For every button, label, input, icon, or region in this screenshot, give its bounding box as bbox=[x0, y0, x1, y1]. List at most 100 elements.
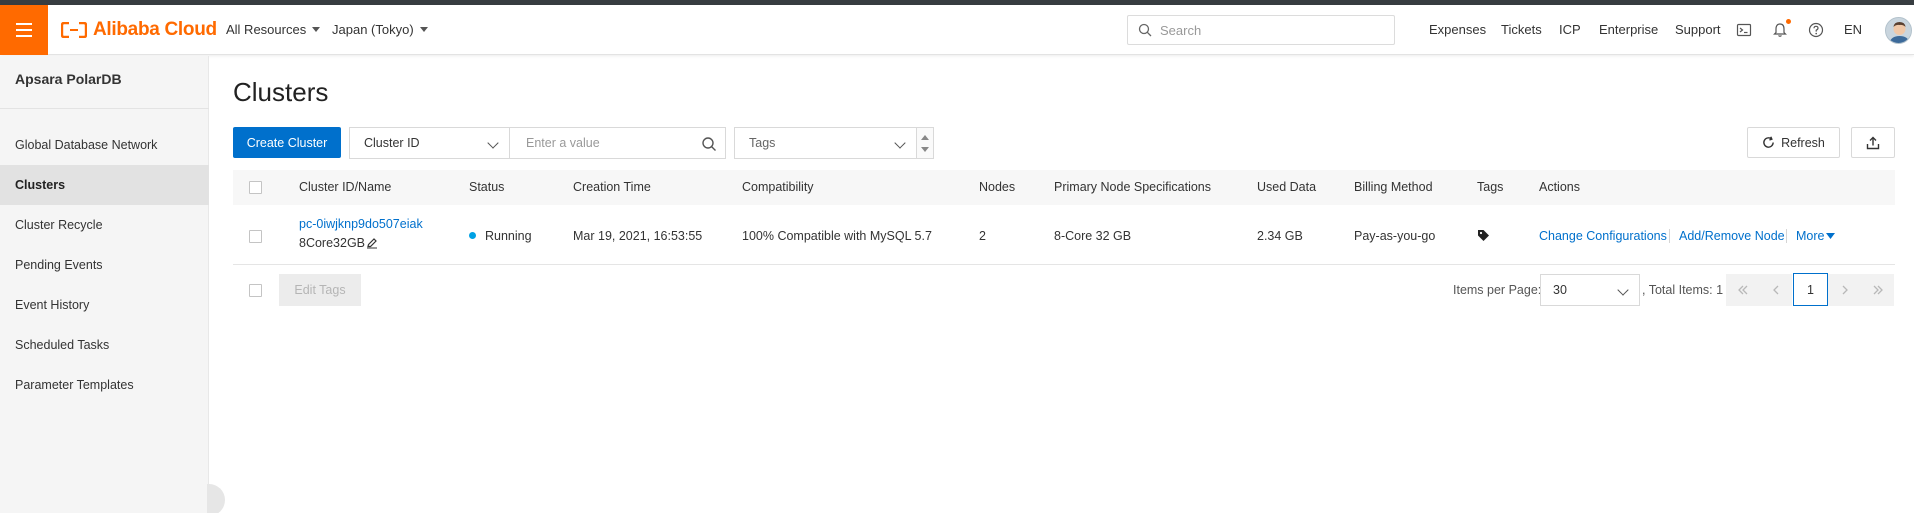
brand-name: Alibaba Cloud bbox=[93, 19, 217, 40]
nav-link-expenses[interactable]: Expenses bbox=[1429, 22, 1486, 37]
refresh-label: Refresh bbox=[1781, 135, 1825, 150]
first-page-button[interactable] bbox=[1726, 274, 1759, 306]
help-icon[interactable] bbox=[1808, 22, 1824, 38]
filter-field-value: Cluster ID bbox=[364, 136, 420, 150]
nav-link-icp[interactable]: ICP bbox=[1559, 22, 1581, 37]
region-label: Japan (Tokyo) bbox=[332, 22, 414, 37]
tag-icon[interactable] bbox=[1477, 229, 1490, 242]
region-dropdown[interactable]: Japan (Tokyo) bbox=[332, 22, 428, 37]
column-header-cluster-id: Cluster ID/Name bbox=[299, 180, 392, 194]
refresh-icon bbox=[1763, 136, 1774, 148]
tags-select-label: Tags bbox=[749, 136, 776, 150]
column-header-used-data: Used Data bbox=[1257, 180, 1317, 194]
global-search bbox=[1127, 15, 1395, 45]
page-title: Clusters bbox=[233, 77, 329, 107]
divider bbox=[1669, 229, 1670, 243]
status-running-dot bbox=[469, 232, 476, 239]
create-cluster-button[interactable]: Create Cluster bbox=[233, 127, 341, 158]
status-text: Running bbox=[485, 229, 532, 243]
nav-link-enterprise[interactable]: Enterprise bbox=[1599, 22, 1658, 37]
nav-link-tickets[interactable]: Tickets bbox=[1501, 22, 1542, 37]
search-icon[interactable] bbox=[701, 136, 717, 152]
items-per-page-value: 30 bbox=[1553, 283, 1567, 297]
filter-value-input[interactable] bbox=[526, 136, 696, 150]
terminal-icon[interactable] bbox=[1736, 22, 1752, 38]
sidebar-item-cluster-recycle[interactable]: Cluster Recycle bbox=[0, 205, 209, 245]
resources-dropdown[interactable]: All Resources bbox=[226, 22, 321, 37]
sidebar-item-pending-events[interactable]: Pending Events bbox=[0, 245, 209, 285]
used-data: 2.34 GB bbox=[1257, 229, 1303, 243]
top-nav-bar: Alibaba Cloud All Resources Japan (Tokyo… bbox=[0, 5, 1914, 55]
sidebar-item-global-database-network[interactable]: Global Database Network bbox=[0, 125, 209, 165]
caret-down-icon bbox=[1826, 233, 1836, 239]
double-chevron-left-icon bbox=[1737, 285, 1747, 295]
brand-logo[interactable]: Alibaba Cloud bbox=[61, 18, 217, 42]
last-page-button[interactable] bbox=[1861, 274, 1894, 306]
previous-page-button[interactable] bbox=[1759, 274, 1792, 306]
avatar[interactable] bbox=[1885, 17, 1912, 44]
compatibility: 100% Compatible with MySQL 5.7 bbox=[742, 229, 932, 243]
chevron-down-icon bbox=[894, 137, 906, 149]
status-cell: Running bbox=[469, 229, 532, 243]
column-header-nodes: Nodes bbox=[979, 180, 1016, 194]
search-input[interactable] bbox=[1160, 22, 1380, 38]
sidebar-item-scheduled-tasks[interactable]: Scheduled Tasks bbox=[0, 325, 209, 365]
column-header-tags: Tags bbox=[1477, 180, 1504, 194]
cluster-id-link[interactable]: pc-0iwjknp9do507eiak bbox=[299, 217, 423, 231]
column-header-status: Status bbox=[469, 180, 505, 194]
column-header-primary-node-specifications: Primary Node Specifications bbox=[1054, 180, 1212, 194]
more-actions-dropdown[interactable]: More bbox=[1796, 229, 1836, 243]
footer-select-all-checkbox[interactable] bbox=[249, 284, 262, 297]
sidebar-item-parameter-templates[interactable]: Parameter Templates bbox=[0, 365, 209, 405]
sidebar: Apsara PolarDB Global Database Network C… bbox=[0, 56, 209, 513]
tags-select[interactable]: Tags bbox=[734, 127, 917, 159]
filter-value-field bbox=[509, 127, 726, 159]
export-icon bbox=[1866, 136, 1880, 149]
refresh-button[interactable]: Refresh bbox=[1747, 127, 1840, 158]
table-header: Cluster ID/Name Status Creation Time Com… bbox=[233, 170, 1895, 205]
sidebar-title: Apsara PolarDB bbox=[15, 71, 122, 87]
chevron-down-icon bbox=[487, 137, 499, 149]
node-count: 2 bbox=[979, 229, 986, 243]
current-page-button[interactable]: 1 bbox=[1793, 273, 1828, 306]
add-remove-node-link[interactable]: Add/Remove Node bbox=[1679, 229, 1785, 243]
edit-icon[interactable] bbox=[366, 237, 378, 249]
language-switcher[interactable]: EN bbox=[1844, 22, 1862, 37]
column-header-billing-method: Billing Method bbox=[1354, 180, 1433, 194]
creation-time: Mar 19, 2021, 16:53:55 bbox=[573, 229, 703, 243]
sidebar-collapse-handle[interactable] bbox=[207, 484, 225, 513]
column-header-creation-time: Creation Time bbox=[573, 180, 651, 194]
bell-icon bbox=[1773, 23, 1787, 37]
row-checkbox[interactable] bbox=[249, 230, 262, 243]
sidebar-item-clusters[interactable]: Clusters bbox=[0, 165, 209, 205]
items-per-page-label: Items per Page: bbox=[1453, 283, 1542, 297]
column-header-compatibility: Compatibility bbox=[742, 180, 814, 194]
table-row: pc-0iwjknp9do507eiak 8Core32GB Running M… bbox=[233, 206, 1895, 265]
divider bbox=[1786, 229, 1787, 243]
divider bbox=[0, 108, 209, 109]
items-per-page-select[interactable]: 30 bbox=[1540, 274, 1640, 306]
select-all-checkbox[interactable] bbox=[249, 181, 262, 194]
search-icon bbox=[1138, 23, 1152, 37]
export-button[interactable] bbox=[1851, 127, 1895, 158]
cluster-name: 8Core32GB bbox=[299, 236, 366, 250]
edit-tags-button[interactable]: Edit Tags bbox=[279, 274, 361, 306]
next-page-button[interactable] bbox=[1828, 274, 1861, 306]
tags-stepper[interactable] bbox=[917, 127, 934, 159]
column-header-actions: Actions bbox=[1539, 180, 1580, 194]
sidebar-item-event-history[interactable]: Event History bbox=[0, 285, 209, 325]
menu-icon[interactable] bbox=[0, 5, 48, 55]
change-configurations-link[interactable]: Change Configurations bbox=[1539, 229, 1667, 243]
double-chevron-right-icon bbox=[1873, 285, 1883, 295]
arrow-down-icon[interactable] bbox=[921, 147, 929, 152]
node-spec: 8-Core 32 GB bbox=[1054, 229, 1132, 243]
filter-field-select[interactable]: Cluster ID bbox=[349, 127, 510, 159]
notification-dot bbox=[1786, 19, 1791, 24]
chevron-down-icon bbox=[419, 27, 428, 32]
arrow-up-icon[interactable] bbox=[921, 135, 929, 140]
chevron-left-icon bbox=[1772, 285, 1778, 295]
chevron-right-icon bbox=[1842, 285, 1848, 295]
total-items: , Total Items: 1 bbox=[1642, 283, 1724, 297]
notification-button[interactable] bbox=[1772, 19, 1791, 38]
nav-link-support[interactable]: Support bbox=[1675, 22, 1721, 37]
